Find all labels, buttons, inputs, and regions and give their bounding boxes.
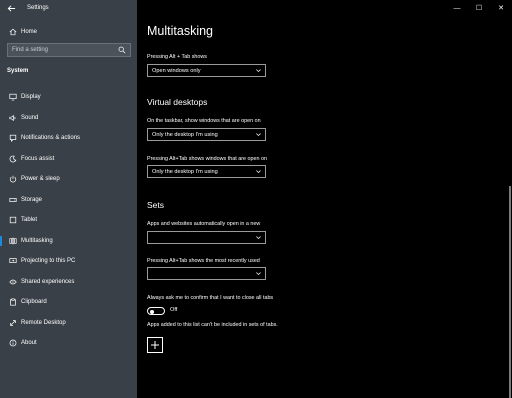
chevron-down-icon <box>253 66 263 76</box>
sidebar-item-about[interactable]: About <box>0 333 137 354</box>
sidebar-item-label: Shared experiences <box>21 278 75 285</box>
minimize-button[interactable]: — <box>446 0 468 16</box>
sidebar-item-shared-experiences[interactable]: Shared experiences <box>0 272 137 293</box>
sets-heading: Sets <box>147 200 165 210</box>
toggle-state-label: Off <box>170 307 178 313</box>
chevron-down-icon <box>253 233 263 243</box>
sets-apps-dropdown[interactable] <box>147 231 266 244</box>
scrollbar[interactable] <box>508 16 512 398</box>
sidebar-item-notifications[interactable]: Notifications & actions <box>0 128 137 149</box>
home-label: Home <box>21 29 38 35</box>
sidebar-item-label: Remote Desktop <box>21 319 66 326</box>
sidebar-item-clipboard[interactable]: Clipboard <box>0 292 137 313</box>
power-icon <box>8 174 18 184</box>
sidebar-item-label: Clipboard <box>21 299 47 306</box>
sidebar-item-label: Display <box>21 94 41 101</box>
sidebar-item-label: Sound <box>21 114 39 121</box>
taskbar-dropdown[interactable]: Only the desktop I'm using <box>147 128 266 141</box>
page-title: Multitasking <box>147 24 213 38</box>
notifications-icon <box>8 133 18 143</box>
sidebar: Settings Home Find a setting System Disp… <box>0 0 137 398</box>
sidebar-item-storage[interactable]: Storage <box>0 190 137 211</box>
taskbar-label: On the taskbar, show windows that are op… <box>147 118 261 124</box>
alt-tab-label: Pressing Alt + Tab shows <box>147 54 207 60</box>
focus-assist-icon <box>8 154 18 164</box>
search-icon[interactable] <box>117 45 127 55</box>
virtual-desktops-heading: Virtual desktops <box>147 97 208 107</box>
sidebar-item-label: Power & sleep <box>21 176 60 183</box>
back-arrow-icon[interactable] <box>4 1 18 15</box>
main-content: — ☐ ✕ Multitasking Pressing Alt + Tab sh… <box>137 0 512 398</box>
vd-alt-tab-dropdown[interactable]: Only the desktop I'm using <box>147 165 266 178</box>
sidebar-item-power[interactable]: Power & sleep <box>0 169 137 190</box>
maximize-button[interactable]: ☐ <box>468 0 490 16</box>
search-placeholder: Find a setting <box>12 47 49 53</box>
plus-icon <box>151 341 159 349</box>
alt-tab-dropdown[interactable]: Open windows only <box>147 64 266 77</box>
sound-icon <box>8 113 18 123</box>
titlebar: Settings <box>0 0 137 16</box>
chevron-down-icon <box>253 269 263 279</box>
about-icon <box>8 338 18 348</box>
confirm-close-label: Always ask me to confirm that I want to … <box>147 295 274 301</box>
multitasking-icon <box>8 236 18 246</box>
sidebar-item-remote-desktop[interactable]: Remote Desktop <box>0 313 137 334</box>
sidebar-item-label: Notifications & actions <box>21 135 81 142</box>
sidebar-item-home[interactable]: Home <box>0 25 137 39</box>
sidebar-item-label: About <box>21 340 37 347</box>
sidebar-item-sound[interactable]: Sound <box>0 108 137 129</box>
sidebar-item-display[interactable]: Display <box>0 87 137 108</box>
sidebar-item-multitasking[interactable]: Multitasking <box>0 231 137 252</box>
home-icon <box>8 27 18 37</box>
sets-alt-tab-dropdown[interactable] <box>147 267 266 280</box>
close-button[interactable]: ✕ <box>490 0 512 16</box>
dropdown-value: Only the desktop I'm using <box>152 168 218 175</box>
vd-alt-tab-label: Pressing Alt+Tab shows windows that are … <box>147 156 268 162</box>
sidebar-item-tablet[interactable]: Tablet <box>0 210 137 231</box>
tablet-icon <box>8 215 18 225</box>
display-icon <box>8 92 18 102</box>
excluded-apps-label: Apps added to this list can't be include… <box>147 322 278 328</box>
sidebar-item-label: Storage <box>21 196 43 203</box>
shared-experiences-icon <box>8 277 18 287</box>
chevron-down-icon <box>253 167 263 177</box>
search-input[interactable]: Find a setting <box>7 43 131 57</box>
sidebar-item-label: Multitasking <box>21 237 53 244</box>
section-title: System <box>7 68 29 74</box>
sidebar-item-label: Projecting to this PC <box>21 258 76 265</box>
remote-desktop-icon <box>8 318 18 328</box>
sidebar-nav: Display Sound Notifications & actions Fo… <box>0 87 137 354</box>
sidebar-item-projecting[interactable]: Projecting to this PC <box>0 251 137 272</box>
sets-alt-tab-label: Pressing Alt+Tab shows the most recently… <box>147 258 260 264</box>
storage-icon <box>8 195 18 205</box>
confirm-close-toggle[interactable] <box>147 307 165 315</box>
sidebar-item-label: Tablet <box>21 217 38 224</box>
chevron-down-icon <box>253 130 263 140</box>
app-title: Settings <box>27 5 49 11</box>
scrollbar-thumb[interactable] <box>509 186 511 398</box>
projecting-icon <box>8 256 18 266</box>
add-app-button[interactable] <box>147 337 163 353</box>
clipboard-icon <box>8 297 18 307</box>
dropdown-value: Only the desktop I'm using <box>152 131 218 138</box>
window-controls: — ☐ ✕ <box>446 0 512 16</box>
toggle-knob <box>150 309 154 314</box>
sidebar-item-focus-assist[interactable]: Focus assist <box>0 149 137 170</box>
dropdown-value: Open windows only <box>152 67 201 74</box>
sidebar-item-label: Focus assist <box>21 155 55 162</box>
sets-apps-label: Apps and websites automatically open in … <box>147 221 261 227</box>
